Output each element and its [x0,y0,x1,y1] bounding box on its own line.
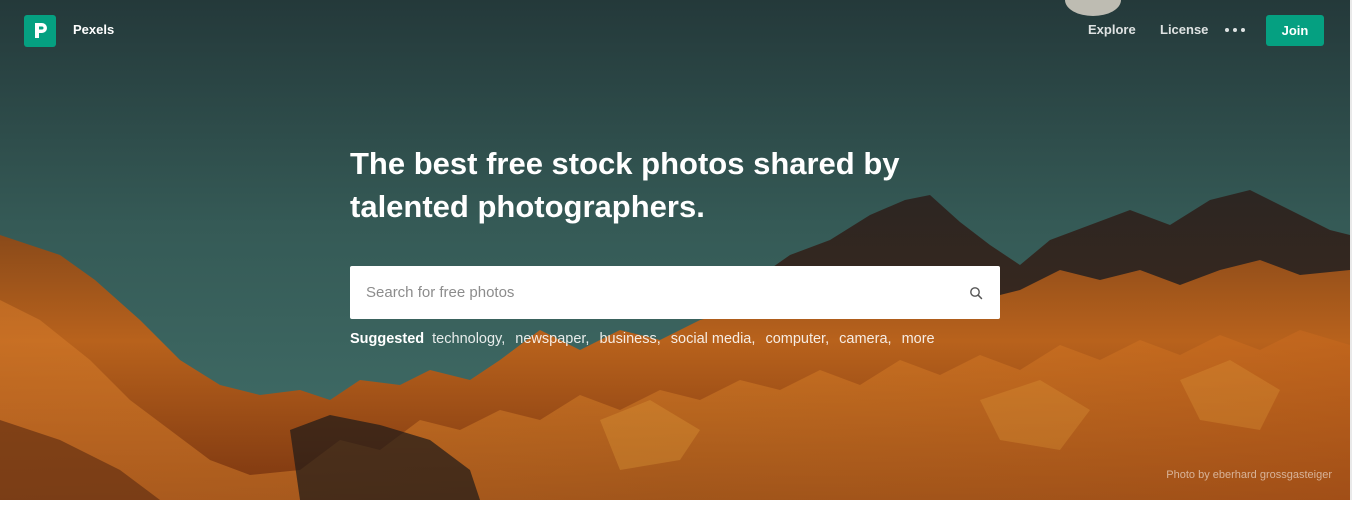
tag-computer[interactable]: computer [765,331,825,347]
search-input[interactable] [350,266,956,319]
brand-name[interactable]: Pexels [73,22,114,37]
photo-credit-link[interactable]: Photo by eberhard grossgasteiger [1166,469,1332,481]
tag-camera[interactable]: camera [839,331,887,347]
more-dots-icon[interactable] [1225,22,1245,38]
mountain-background-image [0,0,1350,500]
tag-technology[interactable]: technology [432,331,501,347]
tag-more[interactable]: more [902,331,935,347]
join-button[interactable]: Join [1266,15,1324,46]
search-bar [350,266,1000,319]
nav-license-link[interactable]: License [1160,22,1208,37]
headline-line-2: talented photographers. [350,189,705,224]
tag-social-media[interactable]: social media [671,331,752,347]
tag-business[interactable]: business [599,331,656,347]
page-bottom-edge [0,500,1352,506]
tag-newspaper[interactable]: newspaper [515,331,585,347]
headline-line-1: The best free stock photos shared by [350,146,900,181]
suggested-tags: Suggested technology, newspaper, busines… [350,331,935,347]
suggested-label: Suggested [350,331,425,347]
pexels-logo-icon[interactable] [24,15,56,47]
hero-banner: Pexels Explore License Join The best fre… [0,0,1350,500]
nav-explore-link[interactable]: Explore [1088,22,1136,37]
search-icon[interactable] [962,279,990,307]
hero-headline: The best free stock photos shared by tal… [350,142,970,228]
